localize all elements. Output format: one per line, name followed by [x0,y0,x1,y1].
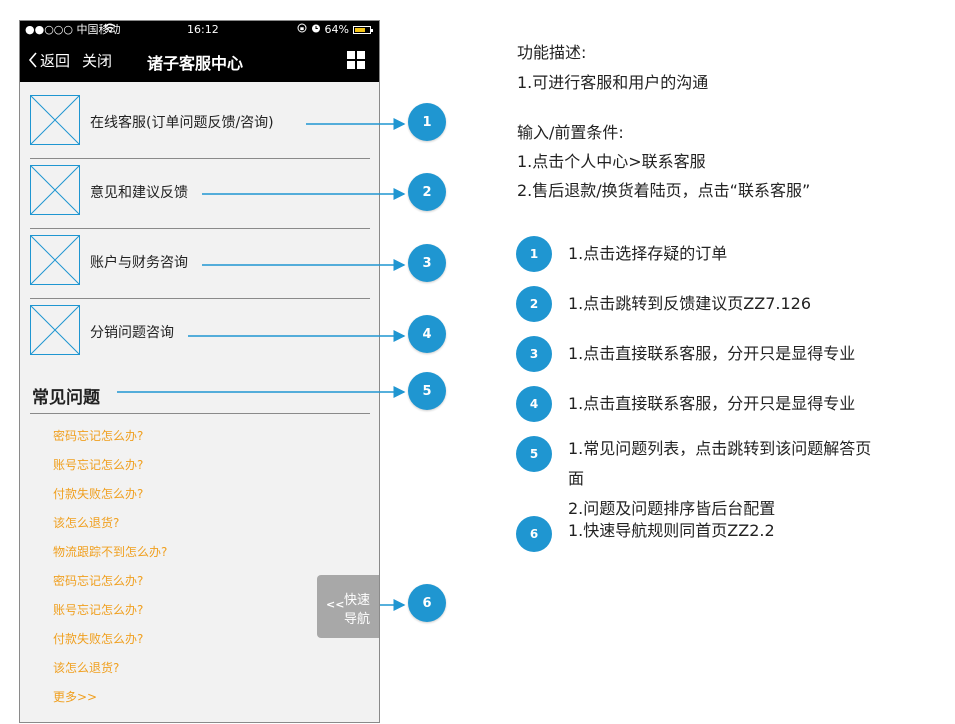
annotation-badge: 6 [408,584,446,622]
menu-item-label: 在线客服(订单问题反馈/咨询) [90,115,274,131]
spec-note: 2.问题及问题排序皆后台配置 [568,499,776,518]
spec-badge: 4 [516,386,552,422]
annotation-badge: 3 [408,244,446,282]
spec-note: 1.点击跳转到反馈建议页ZZ7.126 [568,294,811,313]
annotation-badge: 2 [408,173,446,211]
spec-note: 1.常见问题列表，点击跳转到该问题解答页 [568,439,872,458]
faq-link[interactable]: 账号忘记怎么办? [53,456,143,473]
faq-more-link[interactable]: 更多>> [53,688,97,705]
back-label: 返回 [40,52,71,70]
battery-icon [353,26,373,34]
faq-link[interactable]: 该怎么退货? [53,659,119,676]
grid-menu-icon[interactable] [347,51,365,69]
spec-badge: 1 [516,236,552,272]
spec-note: 1.快速导航规则同首页ZZ2.2 [568,521,775,540]
faq-link[interactable]: 付款失败怎么办? [53,485,143,502]
quick-nav-label: 快速 [344,593,371,608]
menu-item-online-service[interactable]: 在线客服(订单问题反馈/咨询) [30,89,370,159]
spec-desc-title: 功能描述: [517,43,587,62]
spec-badge: 5 [516,436,552,472]
phone-mockup: ●●○○○ 中国移动 16:12 64% 返回 关闭 诸子客服中心 在线客服(订… [19,20,380,723]
menu-item-distribution[interactable]: 分销问题咨询 [30,299,370,369]
annotation-badge: 5 [408,372,446,410]
battery-percent: 64% [324,23,349,36]
faq-link[interactable]: 账号忘记怎么办? [53,601,143,618]
image-placeholder-icon [30,235,80,285]
spec-badge: 6 [516,516,552,552]
spec-badge: 2 [516,286,552,322]
annotation-badge: 4 [408,315,446,353]
spec-desc-line: 1.可进行客服和用户的沟通 [517,73,709,92]
nav-bar: 返回 关闭 诸子客服中心 [20,39,379,82]
spec-note: 1.点击选择存疑的订单 [568,244,728,263]
image-placeholder-icon [30,165,80,215]
faq-link[interactable]: 密码忘记怎么办? [53,572,143,589]
alarm-icon [311,21,321,39]
page-title: 诸子客服中心 [147,54,244,73]
spec-pre-line: 2.售后退款/换货着陆页，点击“联系客服” [517,181,811,200]
back-button[interactable]: 返回 [28,50,70,71]
image-placeholder-icon [30,305,80,355]
spec-pre-line: 1.点击个人中心>联系客服 [517,152,706,171]
menu-item-label: 意见和建议反馈 [90,185,188,201]
double-chevron-left-icon: << [326,598,345,611]
lock-rotation-icon [297,21,307,39]
faq-link[interactable]: 物流跟踪不到怎么办? [53,543,167,560]
close-button[interactable]: 关闭 [82,50,112,71]
spec-note: 1.点击直接联系客服，分开只是显得专业 [568,344,856,363]
spec-pre-title: 输入/前置条件: [517,123,624,142]
faq-link[interactable]: 密码忘记怎么办? [53,427,143,444]
chevron-left-icon [28,52,38,69]
wifi-icon [104,21,116,39]
spec-note: 1.点击直接联系客服，分开只是显得专业 [568,394,856,413]
faq-link[interactable]: 付款失败怎么办? [53,630,143,647]
menu-item-account-finance[interactable]: 账户与财务咨询 [30,229,370,299]
divider [30,413,370,414]
spec-badge: 3 [516,336,552,372]
quick-nav-button[interactable]: << 快速 导航 [317,575,379,638]
status-icons: 64% [297,21,373,39]
faq-link[interactable]: 该怎么退货? [53,514,119,531]
annotation-badge: 1 [408,103,446,141]
image-placeholder-icon [30,95,80,145]
clock-label: 16:12 [187,23,219,36]
menu-item-feedback[interactable]: 意见和建议反馈 [30,159,370,229]
menu-item-label: 账户与财务咨询 [90,255,188,271]
faq-title: 常见问题 [32,388,100,408]
spec-note: 面 [568,469,585,488]
status-bar: ●●○○○ 中国移动 16:12 64% [20,21,379,39]
menu-item-label: 分销问题咨询 [90,325,174,341]
quick-nav-label: 导航 [344,612,371,627]
